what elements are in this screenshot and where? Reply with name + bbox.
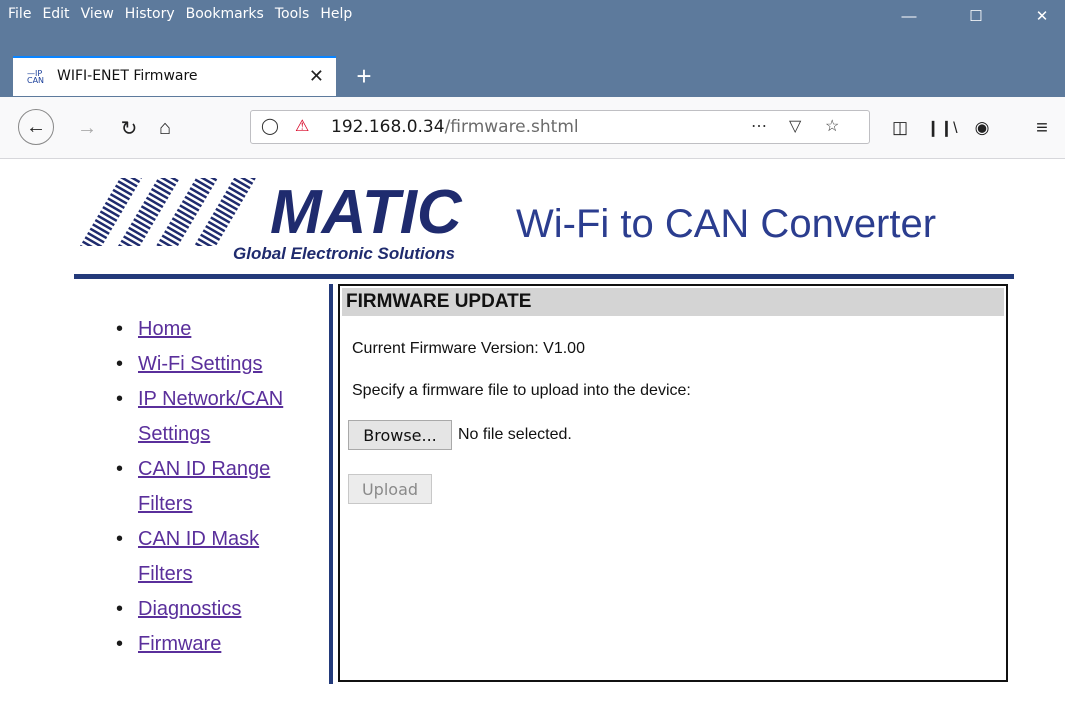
browse-button[interactable]: Browse... <box>348 420 452 450</box>
sidebar-icon: ◫ <box>891 118 909 137</box>
nav-item-range-filters: CAN ID Range Filters <box>116 452 316 522</box>
menu-file[interactable]: File <box>8 6 31 22</box>
axiomatic-logo: MATIC Global Electronic Solutions <box>80 178 470 263</box>
account-button[interactable]: ◉ <box>965 111 999 145</box>
close-window-button[interactable]: ✕ <box>1019 0 1065 32</box>
tab-firmware[interactable]: —IP CAN WIFI-ENET Firmware ✕ <box>13 56 336 96</box>
nav-link-wifi-settings[interactable]: Wi-Fi Settings <box>138 353 262 375</box>
menu-bar: File Edit View History Bookmarks Tools H… <box>8 0 363 28</box>
maximize-button[interactable]: ☐ <box>953 0 999 32</box>
insecure-lock-icon[interactable]: ⚠ <box>295 116 309 136</box>
menu-edit[interactable]: Edit <box>42 6 69 22</box>
panel-heading: FIRMWARE UPDATE <box>342 288 1004 316</box>
page-title: Wi-Fi to CAN Converter <box>516 202 937 246</box>
header-divider <box>74 274 1014 279</box>
url-bar[interactable]: ◯ ⚠ 192.168.0.34/firmware.shtml ⋯ ▽ ☆ <box>250 110 870 144</box>
favicon-icon: —IP CAN <box>27 69 45 85</box>
reload-button[interactable]: ↻ <box>112 111 146 145</box>
logo-subtitle: Global Electronic Solutions <box>233 244 455 263</box>
account-icon: ◉ <box>974 118 990 137</box>
nav-item-ip-network: IP Network/CAN Settings <box>116 382 316 452</box>
nav-link-ip-network[interactable]: IP Network/CAN Settings <box>138 388 283 445</box>
browser-titlebar: File Edit View History Bookmarks Tools H… <box>0 0 1065 54</box>
nav-toolbar: ← → ↻ ⌂ ◯ ⚠ 192.168.0.34/firmware.shtml … <box>0 97 1065 159</box>
home-button[interactable]: ⌂ <box>148 111 182 145</box>
minimize-icon: — <box>901 7 917 25</box>
menu-tools[interactable]: Tools <box>275 6 310 22</box>
sidebar-divider <box>329 284 333 684</box>
upload-instruction: Specify a firmware file to upload into t… <box>352 382 691 399</box>
back-arrow-icon: ← <box>26 115 46 138</box>
sidebar-nav: Home Wi-Fi Settings IP Network/CAN Setti… <box>116 312 316 662</box>
firmware-panel: FIRMWARE UPDATE Current Firmware Version… <box>338 284 1008 682</box>
new-tab-button[interactable]: + <box>346 58 382 94</box>
reader-view-button[interactable]: ◫ <box>883 111 917 145</box>
file-status-text: No file selected. <box>458 426 572 443</box>
forward-arrow-icon: → <box>77 116 97 139</box>
forward-button[interactable]: → <box>70 111 104 145</box>
nav-link-diagnostics[interactable]: Diagnostics <box>138 598 241 620</box>
minimize-button[interactable]: — <box>886 0 932 32</box>
bookmark-star-icon[interactable]: ☆ <box>825 116 839 136</box>
menu-bookmarks[interactable]: Bookmarks <box>186 6 264 22</box>
library-icon: ❙❙\ <box>926 120 958 137</box>
hamburger-menu-icon: ≡ <box>1036 116 1048 139</box>
close-icon: ✕ <box>1035 8 1049 25</box>
tab-title: WIFI-ENET Firmware <box>57 68 198 84</box>
upload-button[interactable]: Upload <box>348 474 432 504</box>
menu-button[interactable]: ≡ <box>1025 111 1059 145</box>
nav-link-firmware[interactable]: Firmware <box>138 633 221 655</box>
nav-link-range-filters[interactable]: CAN ID Range Filters <box>138 458 270 515</box>
home-icon: ⌂ <box>158 116 172 139</box>
back-button[interactable]: ← <box>18 109 54 145</box>
url-text: 192.168.0.34/firmware.shtml <box>331 117 579 137</box>
menu-history[interactable]: History <box>125 6 175 22</box>
shield-icon[interactable]: ◯ <box>261 116 279 136</box>
maximize-icon: ☐ <box>969 8 983 25</box>
nav-item-wifi-settings: Wi-Fi Settings <box>116 347 316 382</box>
plus-icon: + <box>356 60 372 91</box>
logo-wordmark: MATIC <box>270 178 463 247</box>
nav-item-diagnostics: Diagnostics <box>116 592 316 627</box>
page-content: MATIC Global Electronic Solutions Wi-Fi … <box>0 160 1065 702</box>
nav-item-mask-filters: CAN ID Mask Filters <box>116 522 316 592</box>
nav-link-home[interactable]: Home <box>138 318 191 340</box>
nav-item-home: Home <box>116 312 316 347</box>
nav-item-firmware: Firmware <box>116 627 316 662</box>
library-button[interactable]: ❙❙\ <box>925 111 959 145</box>
nav-link-mask-filters[interactable]: CAN ID Mask Filters <box>138 528 259 585</box>
reload-icon: ↻ <box>120 117 138 140</box>
tab-close-icon[interactable]: ✕ <box>309 66 324 87</box>
pocket-icon[interactable]: ▽ <box>789 116 801 136</box>
menu-help[interactable]: Help <box>320 6 352 22</box>
page-actions-icon[interactable]: ⋯ <box>751 116 767 136</box>
menu-view[interactable]: View <box>81 6 114 22</box>
firmware-version-text: Current Firmware Version: V1.00 <box>352 340 585 357</box>
